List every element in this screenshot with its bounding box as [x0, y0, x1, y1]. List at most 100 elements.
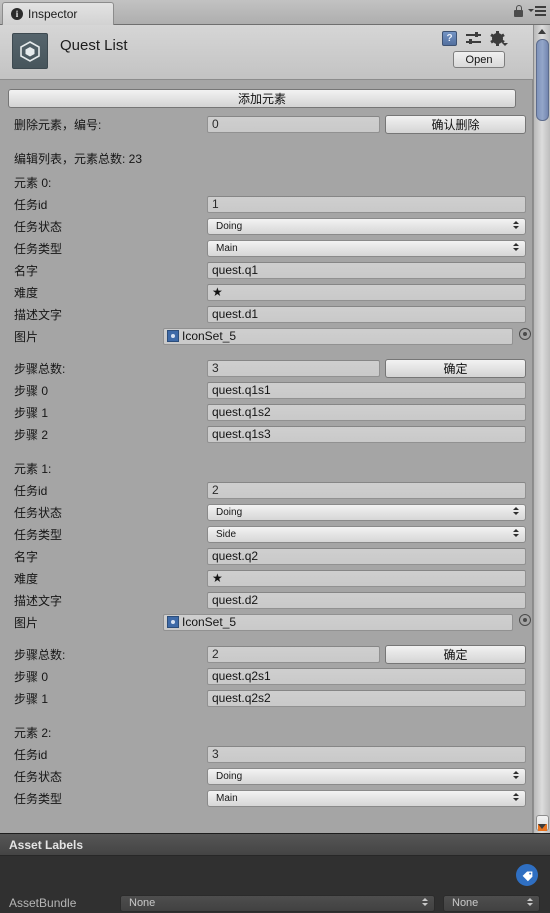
scroll-down-arrow-icon[interactable]	[538, 824, 546, 829]
object-picker-icon[interactable]	[519, 614, 531, 626]
quest-desc-input[interactable]: quest.d1	[207, 305, 526, 323]
quest-desc-input[interactable]: quest.d2	[207, 591, 526, 609]
quest-type-label: 任务类型	[14, 527, 63, 542]
step-label: 步骤 2	[14, 427, 49, 442]
tab-bar: i Inspector	[0, 0, 550, 25]
quest-desc-input-row: 描述文字 quest.d2	[8, 589, 526, 611]
quest-image-object-field[interactable]: IconSet_5	[163, 613, 513, 631]
help-book-icon[interactable]: ?	[442, 31, 457, 46]
quest-difficulty-input-row: 难度 ★	[8, 281, 526, 303]
quest-type-dropdown-row: 任务类型 Main	[8, 237, 526, 259]
quest-type-dropdown[interactable]: Main	[207, 239, 526, 257]
quest-state-dropdown[interactable]: Doing	[207, 767, 526, 785]
vertical-scrollbar[interactable]	[533, 25, 550, 833]
texture-icon	[167, 616, 179, 628]
add-element-button[interactable]: 添加元素	[8, 89, 516, 108]
list-summary-label: 编辑列表，元素总数: 23	[14, 151, 143, 166]
quest-id-input[interactable]: 1	[207, 195, 526, 213]
texture-icon	[167, 330, 179, 342]
lock-icon[interactable]	[513, 4, 524, 17]
inspector-body: 添加元素 删除元素，编号: 0 确认删除 编辑列表，元素总数: 23 元素 0:…	[0, 80, 533, 833]
quest-name-input[interactable]: quest.q2	[207, 547, 526, 565]
steps-confirm-button[interactable]: 确定	[385, 358, 526, 378]
inspector-window: i Inspector Quest List ? Open 添加元素 删除元素，…	[0, 0, 550, 913]
quest-id-input[interactable]: 2	[207, 481, 526, 499]
steps-total-input[interactable]: 2	[207, 645, 380, 663]
quest-type-dropdown-value: Side	[216, 528, 237, 540]
quest-name-label: 名字	[14, 263, 39, 278]
step-label: 步骤 1	[14, 405, 49, 420]
confirm-delete-button[interactable]: 确认删除	[385, 114, 526, 134]
quest-id-input[interactable]: 3	[207, 745, 526, 763]
chevron-updown-icon	[513, 220, 519, 229]
steps-total-row: 步骤总数: 2 确定	[8, 643, 526, 665]
open-button[interactable]: Open	[453, 51, 505, 68]
scrollbar-thumb[interactable]	[536, 39, 549, 121]
step-row: 步骤 0 quest.q1s1	[8, 379, 526, 401]
step-input[interactable]: quest.q2s2	[207, 689, 526, 707]
steps-total-label: 步骤总数:	[14, 647, 66, 662]
quest-state-label: 任务状态	[14, 219, 63, 234]
steps-total-input[interactable]: 3	[207, 359, 380, 377]
element-header-1: 元素 1:	[8, 455, 526, 479]
steps-confirm-button[interactable]: 确定	[385, 644, 526, 664]
tag-icon[interactable]	[516, 864, 538, 886]
quest-state-dropdown-row: 任务状态 Doing	[8, 765, 526, 787]
preset-sliders-icon[interactable]	[466, 31, 481, 46]
step-label: 步骤 0	[14, 383, 49, 398]
step-label: 步骤 1	[14, 691, 49, 706]
element-header-0: 元素 0:	[8, 169, 526, 193]
chevron-updown-icon	[513, 528, 519, 537]
quest-difficulty-input[interactable]: ★	[207, 283, 526, 301]
quest-type-dropdown[interactable]: Main	[207, 789, 526, 807]
tab-inspector-label: Inspector	[28, 7, 78, 21]
delete-element-row: 删除元素，编号: 0 确认删除	[8, 113, 526, 135]
quest-image-value: IconSet_5	[182, 329, 237, 343]
assetbundle-label: AssetBundle	[9, 896, 77, 910]
step-input[interactable]: quest.q1s2	[207, 403, 526, 421]
step-input[interactable]: quest.q1s1	[207, 381, 526, 399]
quest-type-label: 任务类型	[14, 791, 63, 806]
step-row: 步骤 1 quest.q2s2	[8, 687, 526, 709]
quest-type-dropdown[interactable]: Side	[207, 525, 526, 543]
quest-id-label: 任务id	[14, 197, 48, 212]
quest-id-input-row: 任务id 2	[8, 479, 526, 501]
quest-type-label: 任务类型	[14, 241, 63, 256]
quest-name-input-row: 名字 quest.q1	[8, 259, 526, 281]
object-picker-icon[interactable]	[519, 328, 531, 340]
quest-state-dropdown-value: Doing	[216, 220, 243, 232]
element-header-2: 元素 2:	[8, 719, 526, 743]
element-header-label: 元素 0:	[14, 176, 52, 190]
quest-name-input[interactable]: quest.q1	[207, 261, 526, 279]
tab-tools	[513, 4, 546, 17]
delete-index-input[interactable]: 0	[207, 115, 380, 133]
quest-desc-input-row: 描述文字 quest.d1	[8, 303, 526, 325]
quest-state-dropdown[interactable]: Doing	[207, 217, 526, 235]
quest-image-object-field[interactable]: IconSet_5	[163, 327, 513, 345]
steps-total-row: 步骤总数: 3 确定	[8, 357, 526, 379]
quest-state-label: 任务状态	[14, 505, 63, 520]
asset-labels-section: Asset Labels AssetBundle None None	[0, 833, 550, 913]
quest-difficulty-input[interactable]: ★	[207, 569, 526, 587]
assetbundle-variant-value: None	[452, 897, 479, 909]
gear-icon[interactable]	[490, 31, 508, 46]
step-input[interactable]: quest.q2s1	[207, 667, 526, 685]
asset-header: Quest List ? Open	[0, 25, 533, 80]
scroll-up-arrow-icon[interactable]	[538, 29, 546, 34]
asset-labels-body	[0, 856, 550, 892]
steps-total-label: 步骤总数:	[14, 361, 66, 376]
quest-state-dropdown-value: Doing	[216, 770, 243, 782]
tab-inspector[interactable]: i Inspector	[2, 2, 114, 25]
quest-state-dropdown[interactable]: Doing	[207, 503, 526, 521]
quest-name-label: 名字	[14, 549, 39, 564]
step-row: 步骤 0 quest.q2s1	[8, 665, 526, 687]
quest-name-input-row: 名字 quest.q2	[8, 545, 526, 567]
element-header-label: 元素 2:	[14, 726, 52, 740]
assetbundle-dropdown[interactable]: None	[120, 894, 435, 912]
hamburger-menu-icon[interactable]	[528, 5, 546, 16]
info-icon: i	[11, 8, 23, 20]
assetbundle-value: None	[129, 897, 156, 909]
assetbundle-variant-dropdown[interactable]: None	[443, 894, 540, 912]
step-input[interactable]: quest.q1s3	[207, 425, 526, 443]
